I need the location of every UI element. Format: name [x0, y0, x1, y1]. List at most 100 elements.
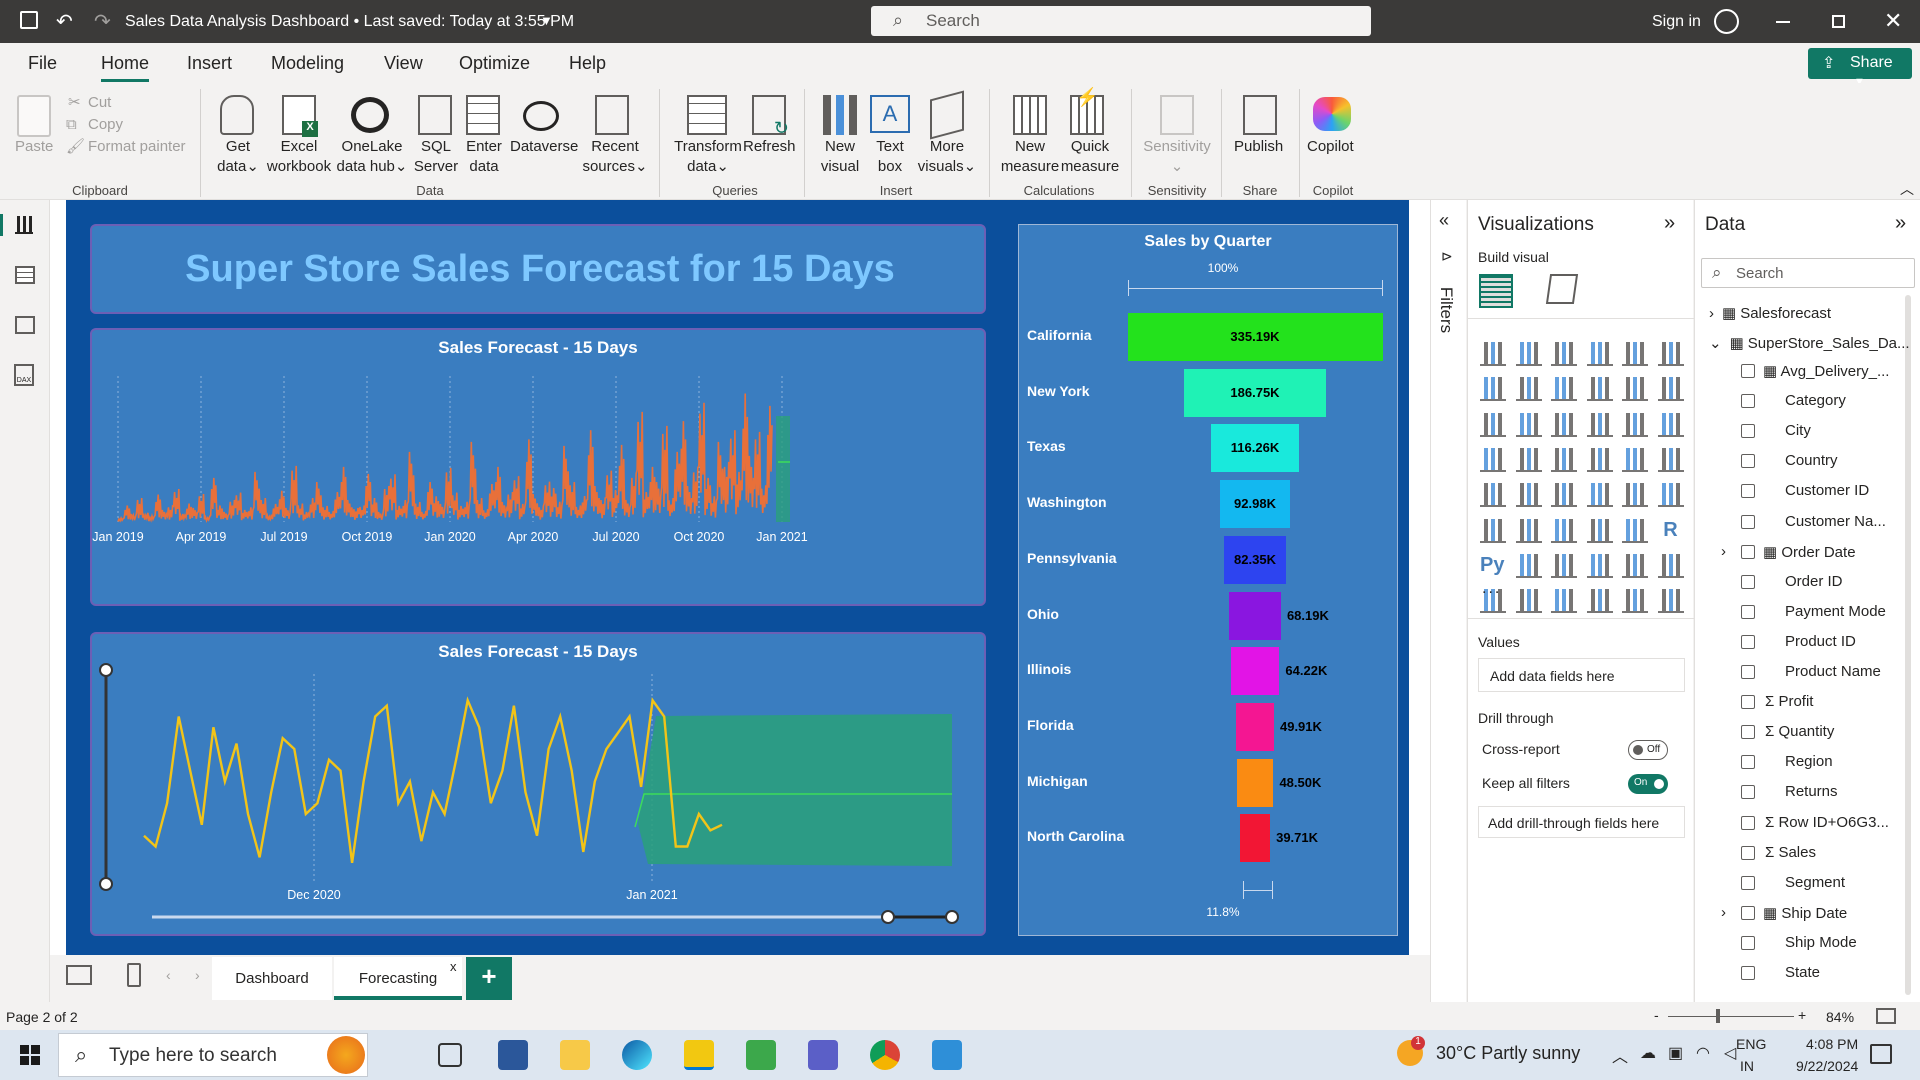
forecast-chart-zoomed[interactable]: Sales Forecast - 15 Days Dec 2020 Jan 202…	[90, 632, 986, 936]
copy-button[interactable]: Copy	[88, 115, 123, 135]
field-item[interactable]: Customer Na...	[1785, 513, 1886, 530]
visual-type-icon[interactable]	[1480, 483, 1506, 508]
menu-file[interactable]: File	[28, 53, 57, 74]
field-checkbox[interactable]	[1741, 935, 1755, 950]
save-icon[interactable]	[20, 11, 38, 29]
add-drill-through-dropzone[interactable]: Add drill-through fields here	[1478, 806, 1685, 838]
chevron-right-icon[interactable]: ›	[1721, 543, 1726, 560]
app-icon-2[interactable]	[746, 1040, 776, 1070]
clock-date[interactable]: 9/22/2024	[1796, 1058, 1858, 1074]
visual-type-icon[interactable]	[1551, 483, 1577, 508]
visual-type-icon[interactable]	[1622, 483, 1648, 508]
visual-type-icon[interactable]	[1622, 447, 1648, 472]
clock-time[interactable]: 4:08 PM	[1806, 1036, 1858, 1052]
scrollbar[interactable]	[1905, 295, 1911, 995]
field-item[interactable]: Customer ID	[1785, 482, 1869, 499]
onedrive-icon[interactable]: ☁	[1640, 1043, 1656, 1063]
menu-home[interactable]: Home	[101, 53, 149, 74]
refresh-button[interactable]: Refresh	[743, 137, 796, 157]
field-checkbox[interactable]	[1741, 424, 1755, 439]
more-visuals-ellipsis[interactable]: ...	[1482, 580, 1501, 598]
field-item[interactable]: Order ID	[1785, 573, 1843, 590]
model-view-icon[interactable]	[15, 316, 35, 334]
field-item[interactable]: Country	[1785, 452, 1838, 469]
field-checkbox[interactable]	[1741, 634, 1755, 649]
table-view-icon[interactable]	[15, 266, 35, 284]
new-measure-button[interactable]: New measure	[998, 137, 1062, 177]
visual-type-icon[interactable]	[1622, 589, 1648, 614]
field-checkbox[interactable]	[1741, 815, 1755, 830]
zoom-slider[interactable]	[1668, 1016, 1794, 1017]
visual-type-icon[interactable]	[1515, 483, 1542, 508]
sql-server-button[interactable]: SQL Server	[411, 137, 461, 177]
add-page-button[interactable]: +	[466, 957, 512, 1000]
table-item[interactable]: › ▦ Salesforecast	[1709, 304, 1831, 322]
speaker-icon[interactable]: ◁	[1724, 1043, 1736, 1063]
format-visual-tab-icon[interactable]	[1545, 274, 1579, 304]
field-item[interactable]: City	[1785, 422, 1811, 439]
field-item[interactable]: Product Name	[1785, 663, 1881, 680]
desktop-layout-icon[interactable]	[66, 965, 92, 985]
visual-type-icon[interactable]	[1657, 553, 1684, 578]
visual-type-icon[interactable]	[1586, 447, 1613, 472]
visual-type-icon[interactable]	[1480, 518, 1506, 543]
cut-button[interactable]: Cut	[88, 93, 111, 113]
dax-query-view-icon[interactable]: DAX	[14, 364, 34, 386]
quick-measure-button[interactable]: Quick measure	[1058, 137, 1122, 177]
field-item[interactable]: Σ Row ID+O6G3...	[1765, 814, 1889, 831]
field-item[interactable]: Σ Profit	[1765, 693, 1813, 710]
field-item[interactable]: State	[1785, 964, 1820, 981]
account-icon[interactable]	[1714, 9, 1739, 34]
funnel-bar[interactable]	[1236, 702, 1274, 751]
format-painter-button[interactable]: Format painter	[88, 137, 186, 157]
field-checkbox[interactable]	[1741, 604, 1755, 619]
windows-start-icon[interactable]	[20, 1045, 40, 1065]
field-checkbox[interactable]	[1741, 966, 1755, 980]
menu-insert[interactable]: Insert	[187, 53, 232, 74]
weather-text[interactable]: 30°C Partly sunny	[1436, 1043, 1580, 1064]
share-button[interactable]: ⇪ Share ▼	[1808, 48, 1912, 88]
weather-icon[interactable]: 1	[1397, 1036, 1425, 1066]
recent-sources-button[interactable]: Recent sources⌄	[580, 137, 650, 177]
visual-type-icon[interactable]	[1515, 589, 1542, 614]
field-item[interactable]: ▦ Avg_Delivery_...	[1763, 362, 1889, 380]
teams-icon[interactable]	[808, 1040, 838, 1070]
field-checkbox[interactable]	[1741, 875, 1755, 890]
field-checkbox[interactable]	[1741, 364, 1755, 378]
field-checkbox[interactable]	[1741, 725, 1755, 740]
document-title[interactable]: Sales Data Analysis Dashboard • Last sav…	[125, 13, 574, 31]
title-card[interactable]: Super Store Sales Forecast for 15 Days	[90, 224, 986, 314]
funnel-bar[interactable]	[1236, 758, 1274, 807]
app-icon-1[interactable]	[498, 1040, 528, 1070]
language-line-1[interactable]: ENG	[1736, 1036, 1766, 1052]
tray-chevron-icon[interactable]: ︿	[1612, 1043, 1628, 1067]
chrome-icon[interactable]	[870, 1040, 900, 1070]
field-checkbox[interactable]	[1741, 394, 1755, 409]
field-item[interactable]: Payment Mode	[1785, 603, 1886, 620]
fit-to-page-icon[interactable]	[1876, 1008, 1896, 1024]
visual-type-icon[interactable]	[1551, 412, 1577, 437]
cross-report-toggle[interactable]: Off	[1628, 740, 1668, 760]
publish-button[interactable]: Publish	[1234, 137, 1283, 157]
visual-type-icon[interactable]	[1657, 589, 1684, 614]
menu-modeling[interactable]: Modeling	[271, 53, 344, 74]
collapse-ribbon-icon[interactable]: ︿	[1900, 179, 1914, 199]
visual-type-icon[interactable]	[1622, 342, 1648, 366]
visual-type-icon[interactable]	[1657, 412, 1684, 437]
task-view-icon[interactable]	[438, 1043, 462, 1067]
network-icon[interactable]: ▣	[1668, 1043, 1683, 1063]
field-checkbox[interactable]	[1741, 665, 1755, 679]
field-checkbox[interactable]	[1741, 785, 1755, 800]
funnel-bar[interactable]	[1229, 591, 1281, 640]
field-checkbox[interactable]	[1741, 574, 1755, 589]
report-view-icon[interactable]	[15, 216, 33, 234]
paste-button[interactable]: Paste	[15, 137, 53, 157]
field-checkbox[interactable]	[1741, 845, 1755, 860]
next-page-icon[interactable]: ›	[195, 967, 200, 983]
visual-type-icon[interactable]	[1515, 412, 1542, 437]
visual-type-icon[interactable]	[1515, 553, 1542, 578]
copilot-button[interactable]: Copilot	[1307, 137, 1354, 157]
visual-type-icon[interactable]	[1586, 483, 1613, 508]
collapse-pane-icon[interactable]: »	[1664, 212, 1675, 235]
zoom-in-button[interactable]: +	[1798, 1007, 1806, 1023]
